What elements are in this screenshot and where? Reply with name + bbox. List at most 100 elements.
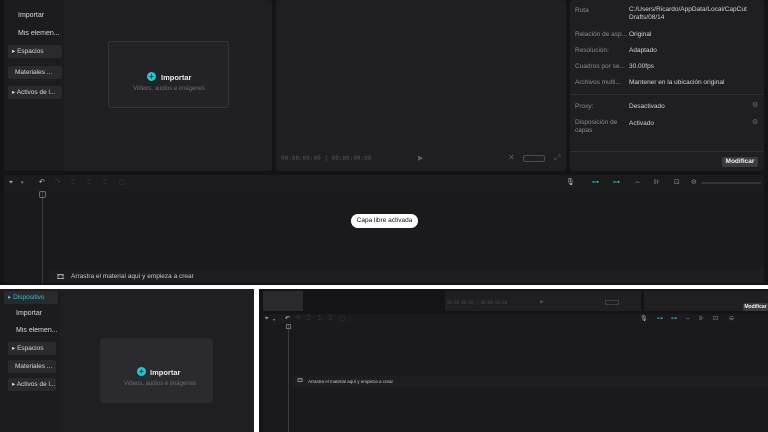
prop-layers-value: Activado xyxy=(629,120,654,127)
delete-icon[interactable]: ▢ xyxy=(340,315,346,323)
expand-icon: ▸ xyxy=(12,345,16,352)
info-icon[interactable]: ⚙ xyxy=(752,101,758,109)
microphone-icon[interactable]: 🎙 xyxy=(640,315,648,323)
select-cursor-icon[interactable]: ⌖ xyxy=(265,315,268,323)
nav-dispositivo[interactable]: ▸ Dispositivo xyxy=(4,291,58,304)
timeline-drop-hint: Arrastra el material aquí y empieza a cr… xyxy=(71,273,194,280)
nav-activos[interactable]: ▸ Activos de l... xyxy=(8,86,62,99)
play-icon[interactable]: ▶ xyxy=(540,299,544,305)
chevron-down-icon[interactable]: ▾ xyxy=(21,179,24,187)
split-left-icon[interactable]: ⌶ xyxy=(318,315,322,323)
nav-importar[interactable]: Importar xyxy=(16,310,42,317)
caption-icon[interactable]: ⊡ xyxy=(674,179,680,187)
free-layer-toast: Capa libre activada xyxy=(351,214,418,228)
prop-footer-divider xyxy=(570,151,764,152)
modify-button[interactable]: Modificar xyxy=(722,157,758,167)
timeline-toolbar: ⌖ ▾ ↶ ↷ ⌶ ⌶ ⌶ ▢ 🎙 ⊶ ⊶ ⇔ ⊪ ⊡ ⊖ xyxy=(263,314,768,324)
nav-mis-elementos[interactable]: Mis elemen... xyxy=(18,30,62,37)
nav-materiales[interactable]: Materiales ... xyxy=(8,360,56,373)
prop-aspect-value: Original xyxy=(629,31,652,38)
playhead-handle[interactable] xyxy=(39,191,46,198)
zoom-slider[interactable] xyxy=(701,182,761,184)
playhead-handle[interactable] xyxy=(286,324,291,329)
preview-axis-icon[interactable]: ⊪ xyxy=(654,179,660,187)
auto-snap-icon[interactable]: ⊶ xyxy=(613,179,620,187)
ratio-button[interactable] xyxy=(605,300,619,305)
nav-importar[interactable]: Importar xyxy=(18,12,44,19)
timeline-area: Capa libre activada 🎞 Arrastra el materi… xyxy=(4,191,764,283)
mini-properties-panel: Modificar xyxy=(644,291,768,311)
time-current: 00:00:00:00 xyxy=(281,155,321,162)
time-current: 00:00:00:00 xyxy=(447,300,474,305)
nav-activos[interactable]: ▸ Activos de l... xyxy=(8,378,56,391)
expand-icon: ▸ xyxy=(12,48,16,55)
play-icon[interactable]: ▶ xyxy=(418,154,423,162)
info-icon[interactable]: ⚙ xyxy=(752,118,758,126)
mini-media-panel xyxy=(263,291,303,311)
import-subtitle: Videos, audios e imágenes xyxy=(124,381,196,387)
player-panel: 00:00:00:00 | 00:00:00:00 ▶ ✕ ⤢ xyxy=(276,0,566,171)
import-label: Importar xyxy=(150,368,181,377)
zoom-out-icon[interactable]: ⊖ xyxy=(729,315,734,323)
redo-icon[interactable]: ↷ xyxy=(296,315,301,323)
split-right-icon[interactable]: ⌶ xyxy=(103,179,107,187)
delete-icon[interactable]: ▢ xyxy=(119,179,126,187)
chevron-down-icon[interactable]: ▾ xyxy=(273,316,275,324)
linkage-icon[interactable]: ⇔ xyxy=(634,179,641,187)
nav-materiales-label: Materiales ... xyxy=(15,363,53,370)
prop-media-files-label: Archivos multi... xyxy=(575,79,621,86)
microphone-icon[interactable]: 🎙 xyxy=(566,179,575,187)
prop-proxy-value: Desactivado xyxy=(629,103,665,110)
undo-icon[interactable]: ↶ xyxy=(39,179,45,187)
playhead[interactable] xyxy=(288,324,289,432)
prop-fps-label: Cuadros por se... xyxy=(575,63,625,70)
redo-icon[interactable]: ↷ xyxy=(55,179,61,187)
ratio-button[interactable] xyxy=(523,155,545,162)
film-icon: 🎞 xyxy=(297,378,304,384)
split-right-icon[interactable]: ⌶ xyxy=(329,315,333,323)
split-icon[interactable]: ⌶ xyxy=(71,179,75,187)
mini-player-panel: 00:00:00:00 | 00:00:00:00 ▶ xyxy=(445,291,641,311)
zoom-out-icon[interactable]: ⊖ xyxy=(691,179,697,187)
linkage-icon[interactable]: ⇔ xyxy=(685,315,691,323)
preview-axis-icon[interactable]: ⊪ xyxy=(699,315,704,323)
playhead[interactable] xyxy=(42,191,43,283)
nav-activos-label: Activos de l... xyxy=(16,89,56,96)
properties-panel: Ruta C:/Users/Ricardo/AppData/Local/CapC… xyxy=(570,0,764,171)
timeline-area: 🎞 Arrastra el material aquí y empieza a … xyxy=(263,324,768,432)
time-total: 00:00:00:00 xyxy=(331,155,372,162)
import-subtitle: Videos, audios e imágenes xyxy=(133,86,205,92)
modify-button[interactable]: Modificar xyxy=(743,303,768,311)
nav-espacios-label: Espacios xyxy=(17,345,44,352)
timeline-drop-hint: Arrastra el material aquí y empieza a cr… xyxy=(308,379,394,384)
import-dropzone[interactable]: + Importar Videos, audios e imágenes xyxy=(108,41,229,108)
expand-icon: ▸ xyxy=(12,89,16,96)
undo-icon[interactable]: ↶ xyxy=(285,315,290,323)
nav-espacios[interactable]: ▸ Espacios xyxy=(8,45,62,58)
split-icon[interactable]: ⌶ xyxy=(307,315,311,323)
divider xyxy=(570,94,764,95)
expand-icon: ▸ xyxy=(8,294,12,301)
main-track-magnet-icon[interactable]: ⊶ xyxy=(592,179,599,187)
nav-mis-elementos[interactable]: Mis elemen... xyxy=(16,327,58,334)
prop-resolution-label: Resolución: xyxy=(575,47,609,54)
auto-snap-icon[interactable]: ⊶ xyxy=(671,315,677,323)
prop-layers-label: Disposición de capas xyxy=(575,119,618,134)
fullscreen-icon[interactable]: ⤢ xyxy=(554,153,560,163)
import-dropzone[interactable]: + Importar Videos, audios e imágenes xyxy=(100,338,213,403)
nav-materiales[interactable]: Materiales ... xyxy=(8,66,62,79)
film-icon: 🎞 xyxy=(56,274,65,281)
prop-resolution-value: Adaptado xyxy=(629,47,657,54)
import-label: Importar xyxy=(161,73,192,82)
nav-espacios[interactable]: ▸ Espacios xyxy=(8,342,56,355)
caption-icon[interactable]: ⊡ xyxy=(713,315,718,323)
plus-icon: + xyxy=(147,72,156,81)
expand-icon: ▸ xyxy=(12,381,16,388)
select-cursor-icon[interactable]: ⌖ xyxy=(9,179,13,187)
nav-espacios-label: Espacios xyxy=(17,48,44,55)
crop-icon[interactable]: ✕ xyxy=(508,153,515,162)
split-left-icon[interactable]: ⌶ xyxy=(87,179,91,187)
nav-activos-label: Activos de l... xyxy=(16,381,56,388)
main-track-magnet-icon[interactable]: ⊶ xyxy=(657,315,663,323)
player-time: 00:00:00:00 | 00:00:00:00 xyxy=(281,155,371,162)
